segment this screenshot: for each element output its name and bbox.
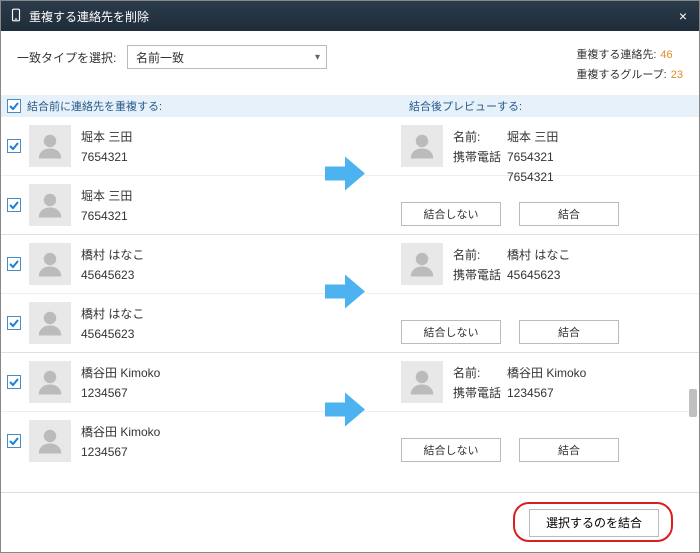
- contact-name: 堀本 三田: [81, 127, 132, 147]
- dup-contacts-label: 重複する連絡先:: [576, 49, 656, 61]
- select-all-checkbox[interactable]: [7, 99, 21, 113]
- contact-name: 堀本 三田: [81, 186, 132, 206]
- dup-contacts-value: 46: [660, 49, 672, 61]
- row-checkbox[interactable]: [7, 375, 21, 389]
- contact-phone: 45645623: [81, 324, 144, 344]
- preview-panel: 名前:橋村 はなこ 携帯電話45645623 結合しない 結合: [401, 243, 679, 344]
- preview-name: 橋村 はなこ: [507, 245, 570, 265]
- preview-panel: 名前:堀本 三田 携帯電話7654321 7654321 結合しない 結合: [401, 125, 679, 226]
- match-type-label: 一致タイプを選択:: [17, 45, 127, 85]
- merge-selected-button[interactable]: 選択するのを結合: [529, 509, 659, 537]
- arrow-right-icon: [325, 156, 365, 195]
- phone-label: 携帯電話: [453, 383, 507, 403]
- group-list: 堀本 三田 7654321 堀本 三田 7654321 名前:堀本 三田 携帯電…: [1, 117, 699, 517]
- header-before: 結合前に連絡先を重複する:: [27, 98, 409, 114]
- name-label: 名前:: [453, 127, 507, 147]
- duplicate-group: 堀本 三田 7654321 堀本 三田 7654321 名前:堀本 三田 携帯電…: [1, 117, 699, 234]
- preview-phone: 7654321: [507, 167, 554, 187]
- phone-label: 携帯電話: [453, 147, 507, 167]
- contact-phone: 1234567: [81, 442, 160, 462]
- row-checkbox[interactable]: [7, 316, 21, 330]
- row-checkbox[interactable]: [7, 257, 21, 271]
- avatar: [29, 243, 71, 285]
- preview-phone: 7654321: [507, 147, 554, 167]
- caret-down-icon: ▾: [315, 52, 320, 63]
- header-after: 結合後プレビューする:: [409, 98, 699, 114]
- contact-phone: 7654321: [81, 147, 132, 167]
- dont-merge-button[interactable]: 結合しない: [401, 320, 501, 344]
- merge-button[interactable]: 結合: [519, 438, 619, 462]
- merge-button[interactable]: 結合: [519, 202, 619, 226]
- preview-phone: 1234567: [507, 383, 554, 403]
- column-header: 結合前に連絡先を重複する: 結合後プレビューする:: [1, 95, 699, 117]
- stats: 重複する連絡先: 46 重複するグループ: 23: [576, 45, 683, 85]
- window-title: 重複する連絡先を削除: [29, 8, 149, 25]
- contact-name: 橋谷田 Kimoko: [81, 363, 160, 383]
- avatar: [401, 243, 443, 285]
- merge-button[interactable]: 結合: [519, 320, 619, 344]
- avatar: [29, 125, 71, 167]
- preview-name: 橋谷田 Kimoko: [507, 363, 586, 383]
- phone-icon: [9, 8, 23, 25]
- dup-groups-value: 23: [671, 69, 683, 81]
- contact-name: 橋谷田 Kimoko: [81, 422, 160, 442]
- avatar: [29, 420, 71, 462]
- preview-panel: 名前:橋谷田 Kimoko 携帯電話1234567 結合しない 結合: [401, 361, 679, 462]
- close-icon[interactable]: ×: [675, 8, 691, 24]
- scrollbar[interactable]: [689, 113, 697, 453]
- titlebar: 重複する連絡先を削除 ×: [1, 1, 699, 31]
- preview-phone: 45645623: [507, 265, 560, 285]
- dont-merge-button[interactable]: 結合しない: [401, 202, 501, 226]
- name-label: 名前:: [453, 363, 507, 383]
- contact-phone: 7654321: [81, 206, 132, 226]
- row-checkbox[interactable]: [7, 198, 21, 212]
- avatar: [401, 361, 443, 403]
- footer: 選択するのを結合: [1, 492, 699, 552]
- name-label: 名前:: [453, 245, 507, 265]
- avatar: [29, 361, 71, 403]
- avatar: [401, 125, 443, 167]
- avatar: [29, 184, 71, 226]
- dup-groups-label: 重複するグループ:: [576, 69, 666, 81]
- contact-name: 橋村 はなこ: [81, 245, 144, 265]
- avatar: [29, 302, 71, 344]
- duplicate-group: 橋村 はなこ 45645623 橋村 はなこ 45645623 名前:橋村 はな…: [1, 234, 699, 352]
- row-checkbox[interactable]: [7, 434, 21, 448]
- contact-phone: 45645623: [81, 265, 144, 285]
- contact-name: 橋村 はなこ: [81, 304, 144, 324]
- row-checkbox[interactable]: [7, 139, 21, 153]
- controls-row: 一致タイプを選択: 名前一致 ▾ 重複する連絡先: 46 重複するグループ: 23: [1, 31, 699, 95]
- preview-name: 堀本 三田: [507, 127, 558, 147]
- phone-label: 携帯電話: [453, 265, 507, 285]
- match-type-value: 名前一致: [136, 49, 184, 66]
- match-type-select[interactable]: 名前一致 ▾: [127, 45, 327, 69]
- dont-merge-button[interactable]: 結合しない: [401, 438, 501, 462]
- arrow-right-icon: [325, 274, 365, 313]
- contact-phone: 1234567: [81, 383, 160, 403]
- duplicate-group: 橋谷田 Kimoko 1234567 橋谷田 Kimoko 1234567 名前…: [1, 352, 699, 470]
- arrow-right-icon: [325, 392, 365, 431]
